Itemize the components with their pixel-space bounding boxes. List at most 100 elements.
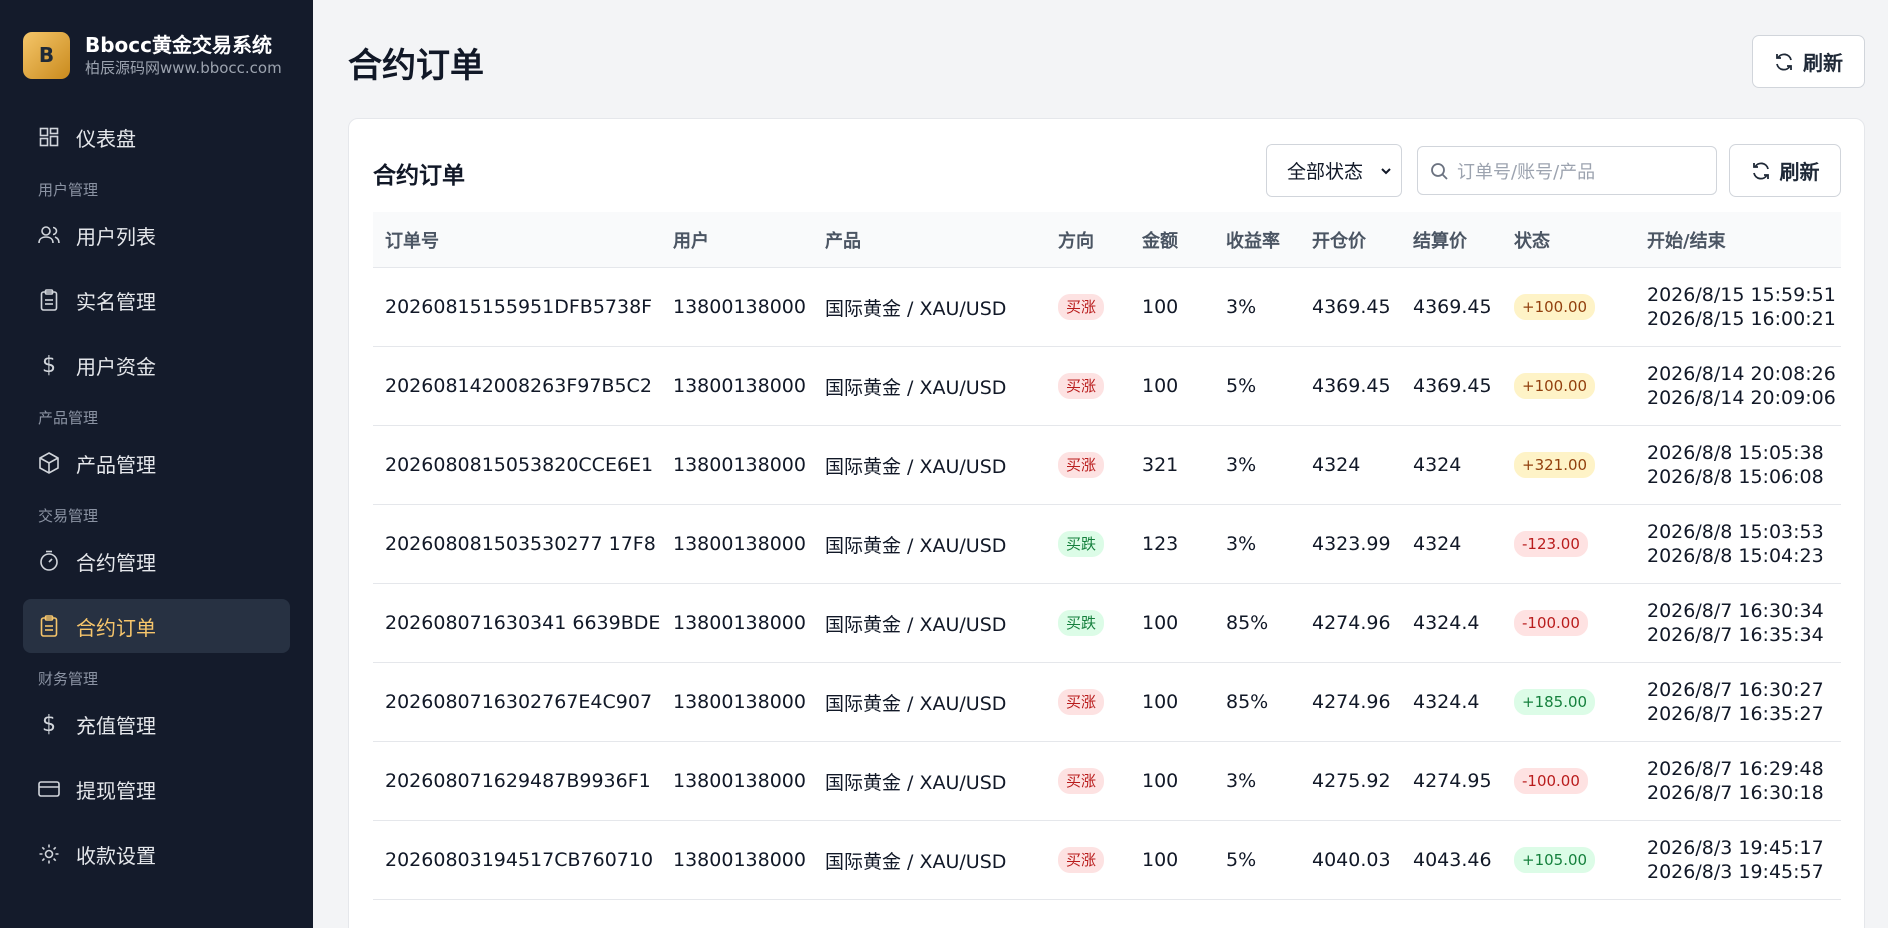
cell-status: +100.00 — [1502, 373, 1635, 399]
cell-order-id: 202608142008263F97B5C2 — [385, 375, 652, 397]
table-row[interactable]: 2026080815053820CCE6E1 13800138000 国际黄金 / … — [373, 426, 1841, 505]
end-time: 2026/8/8 15:04:23 — [1647, 545, 1824, 567]
cell-settle-price: 4274.95 — [1413, 770, 1492, 792]
sidebar-item-user-funds[interactable]: $ 用户资金 — [23, 338, 290, 392]
nav-section-product: 产品管理 — [38, 409, 99, 427]
cell-time: 2026/8/3 19:45:17 2026/8/3 19:45:57 — [1635, 836, 1841, 884]
nav-section-finance: 财务管理 — [38, 670, 99, 688]
col-header-status[interactable]: 状态 — [1502, 227, 1635, 253]
nav-section-user: 用户管理 — [38, 181, 99, 199]
cell-direction: 买涨 — [1046, 847, 1130, 873]
sidebar-item-withdraw[interactable]: 提现管理 — [23, 762, 290, 816]
clipboard-list-icon — [38, 615, 60, 637]
sidebar-item-label: 合约订单 — [76, 615, 156, 640]
direction-badge: 买涨 — [1058, 452, 1105, 478]
status-filter-select[interactable]: 全部状态 — [1266, 144, 1402, 197]
col-header-rate[interactable]: 收益率 — [1214, 227, 1300, 253]
col-header-direction[interactable]: 方向 — [1046, 227, 1130, 253]
end-time: 2026/8/7 16:35:27 — [1647, 703, 1824, 725]
card-refresh-button[interactable]: 刷新 — [1729, 144, 1841, 197]
col-header-amount[interactable]: 金额 — [1130, 227, 1214, 253]
sidebar-item-realname[interactable]: 实名管理 — [23, 273, 290, 327]
search-icon — [1431, 162, 1448, 180]
cell-status: +105.00 — [1502, 847, 1635, 873]
cell-open-price: 4275.92 — [1312, 770, 1391, 792]
cell-product: 国际黄金 / XAU/USD — [825, 297, 1007, 320]
cell-user: 13800138000 — [673, 533, 806, 555]
cell-time: 2026/8/8 15:03:53 2026/8/8 15:04:23 — [1635, 520, 1841, 568]
search-input[interactable]: 订单号/账号/产品 — [1417, 146, 1717, 195]
start-time: 2026/8/3 19:45:17 — [1647, 837, 1824, 859]
cell-user: 13800138000 — [673, 375, 806, 397]
cell-direction: 买跌 — [1046, 531, 1130, 557]
cell-settle-price: 4369.45 — [1413, 375, 1492, 397]
table-body: 20260815155951DFB5738F 13800138000 国际黄金 / … — [373, 268, 1841, 900]
header-refresh-button[interactable]: 刷新 — [1752, 35, 1865, 88]
cell-order-id: 202608081503530277 17F8 — [385, 533, 656, 555]
table-row[interactable]: 2026080716302767E4C907 13800138000 国际黄金 / … — [373, 663, 1841, 742]
cell-order-id: 202608071629487B9936F1 — [385, 770, 651, 792]
sidebar-item-contract-mgmt[interactable]: 合约管理 — [23, 534, 290, 588]
cell-open-price: 4369.45 — [1312, 296, 1391, 318]
end-time: 2026/8/3 19:45:57 — [1647, 861, 1824, 883]
cell-settle-price: 4043.46 — [1413, 849, 1492, 871]
brand-title: Bbocc黄金交易系统 — [85, 33, 273, 57]
sidebar-item-user-list[interactable]: 用户列表 — [23, 208, 290, 262]
cell-user: 13800138000 — [673, 770, 806, 792]
cell-time: 2026/8/14 20:08:26 2026/8/14 20:09:06 — [1635, 362, 1841, 410]
cell-direction: 买涨 — [1046, 373, 1130, 399]
cell-direction: 买跌 — [1046, 610, 1130, 636]
cell-direction: 买涨 — [1046, 768, 1130, 794]
col-header-user[interactable]: 用户 — [661, 227, 813, 253]
cell-status: -100.00 — [1502, 768, 1635, 794]
col-header-product[interactable]: 产品 — [813, 227, 1046, 253]
cell-amount: 100 — [1142, 296, 1179, 318]
sidebar: B Bbocc黄金交易系统 柏辰源码网www.bbocc.com 仪表盘 用户管… — [0, 0, 313, 928]
cell-product: 国际黄金 / XAU/USD — [825, 534, 1007, 557]
table-row[interactable]: 202608071629487B9936F1 13800138000 国际黄金 / … — [373, 742, 1841, 821]
cell-open-price: 4274.96 — [1312, 612, 1391, 634]
cell-open-price: 4324 — [1312, 454, 1361, 476]
cell-status: +185.00 — [1502, 689, 1635, 715]
table-row[interactable]: 202608142008263F97B5C2 13800138000 国际黄金 / … — [373, 347, 1841, 426]
cell-amount: 100 — [1142, 375, 1179, 397]
orders-table: 订单号 用户 产品 方向 金额 收益率 开仓价 结算价 状态 开始/结束 202… — [373, 212, 1841, 900]
start-time: 2026/8/14 20:08:26 — [1647, 363, 1836, 385]
table-row[interactable]: 202608071630341 6639BDE 13800138000 国际黄金 /… — [373, 584, 1841, 663]
cell-settle-price: 4369.45 — [1413, 296, 1492, 318]
logo: B — [23, 31, 70, 79]
box-icon — [38, 452, 60, 474]
sidebar-item-dashboard[interactable]: 仪表盘 — [23, 110, 290, 164]
table-row[interactable]: 20260803194517CB760710 13800138000 国际黄金 / … — [373, 821, 1841, 900]
start-time: 2026/8/7 16:30:27 — [1647, 679, 1824, 701]
direction-badge: 买涨 — [1058, 768, 1105, 794]
brand: B Bbocc黄金交易系统 柏辰源码网www.bbocc.com — [0, 0, 313, 110]
cell-product: 国际黄金 / XAU/USD — [825, 455, 1007, 478]
col-header-time[interactable]: 开始/结束 — [1635, 227, 1841, 253]
cell-rate: 85% — [1226, 691, 1269, 713]
direction-badge: 买涨 — [1058, 373, 1105, 399]
table-row[interactable]: 20260815155951DFB5738F 13800138000 国际黄金 / … — [373, 268, 1841, 347]
cell-rate: 3% — [1226, 296, 1257, 318]
direction-badge: 买涨 — [1058, 847, 1105, 873]
clipboard-icon — [38, 289, 60, 311]
status-badge: +105.00 — [1514, 847, 1596, 873]
sidebar-item-label: 合约管理 — [76, 550, 156, 575]
cell-user: 13800138000 — [673, 849, 806, 871]
cell-status: +321.00 — [1502, 452, 1635, 478]
status-badge: +100.00 — [1514, 373, 1596, 399]
start-time: 2026/8/15 15:59:51 — [1647, 284, 1836, 306]
sidebar-item-recharge[interactable]: $ 充值管理 — [23, 697, 290, 751]
cell-open-price: 4323.99 — [1312, 533, 1391, 555]
cell-amount: 100 — [1142, 691, 1179, 713]
sidebar-item-payment-settings[interactable]: 收款设置 — [23, 827, 290, 881]
table-row[interactable]: 202608081503530277 17F8 13800138000 国际黄金 /… — [373, 505, 1841, 584]
col-header-order[interactable]: 订单号 — [373, 227, 661, 253]
sidebar-item-contract-orders[interactable]: 合约订单 — [23, 599, 290, 653]
col-header-settle-price[interactable]: 结算价 — [1401, 227, 1502, 253]
col-header-open-price[interactable]: 开仓价 — [1300, 227, 1401, 253]
sidebar-item-label: 用户列表 — [76, 224, 156, 249]
sidebar-item-product[interactable]: 产品管理 — [23, 436, 290, 490]
status-badge: +100.00 — [1514, 294, 1596, 320]
orders-card: 合约订单 全部状态 订单号/账号/产品 刷新 订单号 用户 产品 方向 金额 收… — [348, 118, 1865, 928]
